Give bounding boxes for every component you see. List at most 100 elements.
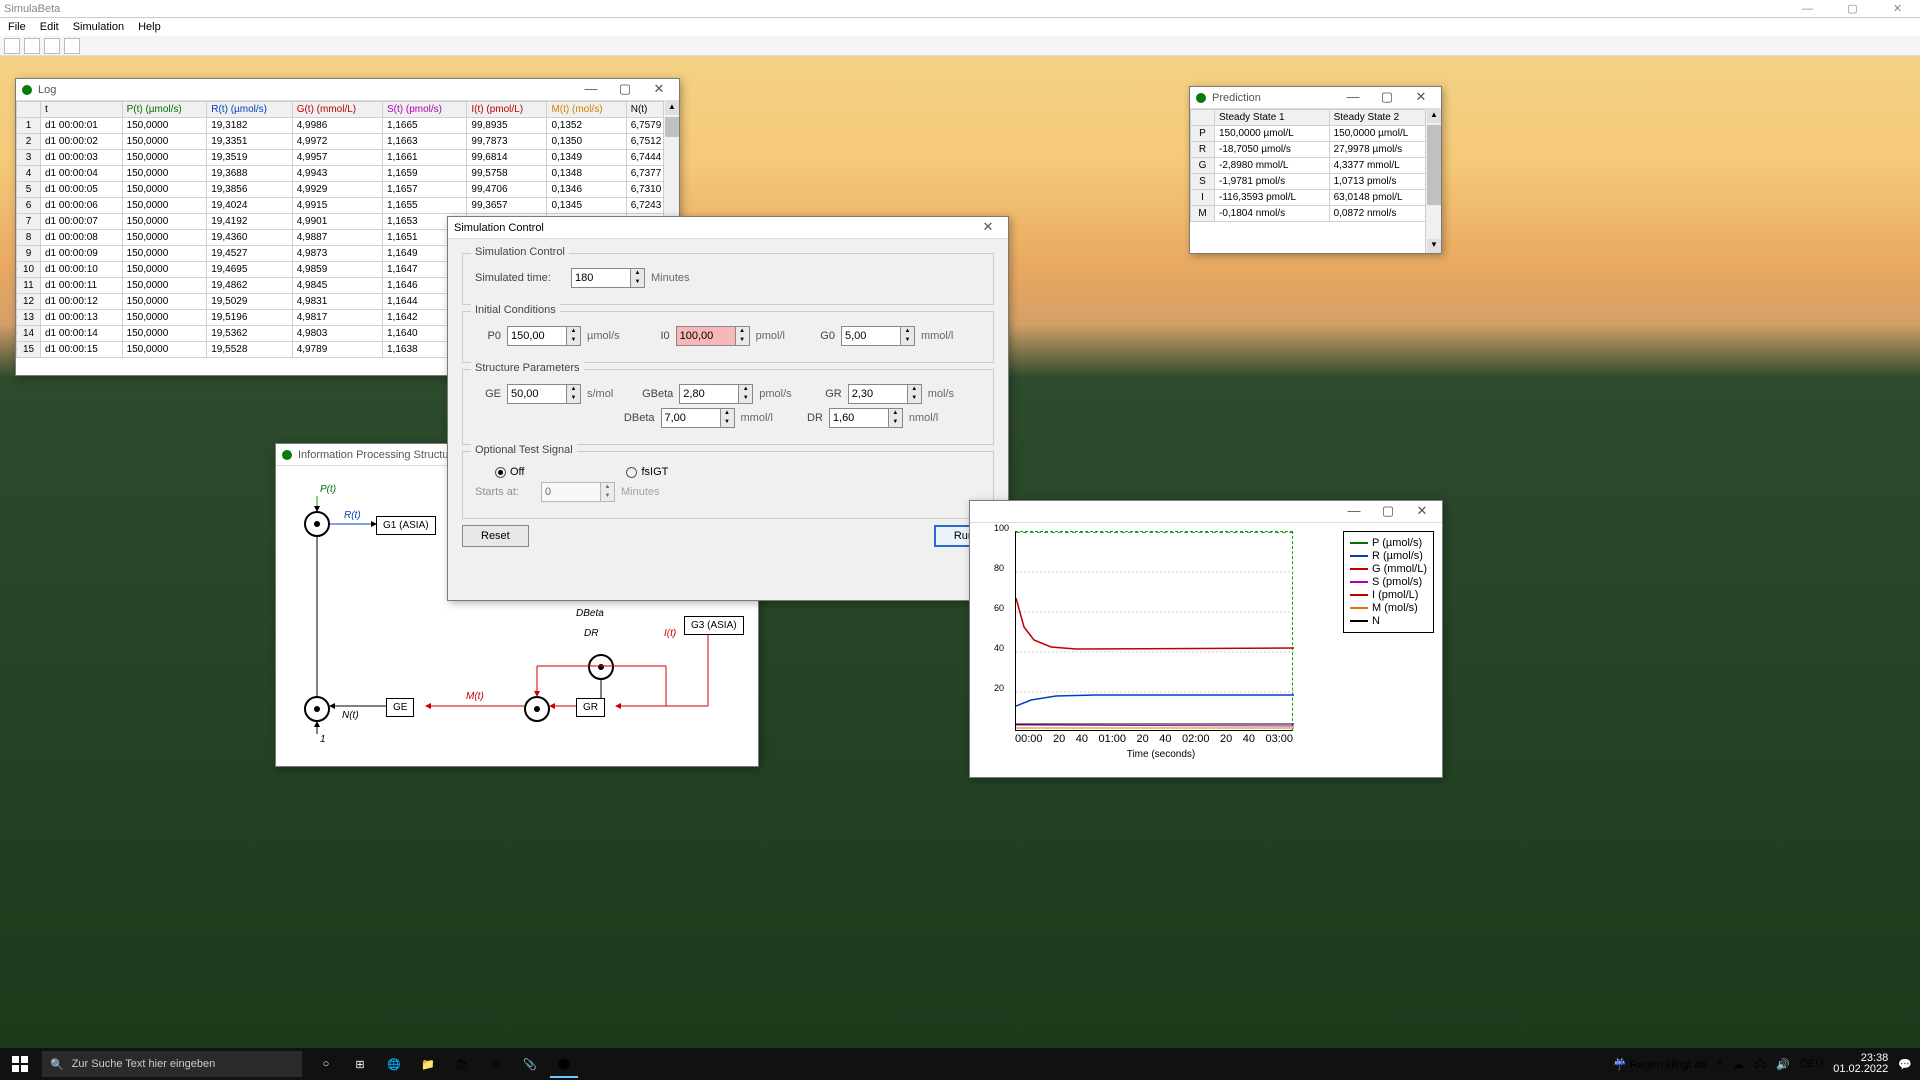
simulated-time-stepper[interactable]: ▲▼ bbox=[571, 268, 645, 288]
ge-input[interactable] bbox=[508, 385, 566, 403]
maximize-button[interactable]: ▢ bbox=[611, 81, 639, 99]
language-icon[interactable]: DEU bbox=[1800, 1058, 1823, 1070]
scroll-thumb[interactable] bbox=[665, 117, 679, 137]
edge-icon[interactable]: 🌐 bbox=[380, 1050, 408, 1078]
stepper-up-icon[interactable]: ▲ bbox=[889, 409, 902, 418]
stepper-down-icon[interactable]: ▼ bbox=[631, 278, 644, 287]
menu-edit[interactable]: Edit bbox=[40, 21, 59, 33]
table-row[interactable]: 3d1 00:00:03150,000019,35194,99571,16619… bbox=[17, 150, 679, 166]
stepper-up-icon[interactable]: ▲ bbox=[567, 327, 580, 336]
open-icon[interactable] bbox=[24, 38, 40, 54]
table-row[interactable]: G-2,8980 mmol/L4,3377 mmol/L bbox=[1191, 158, 1441, 174]
column-header[interactable] bbox=[1191, 110, 1215, 126]
dbeta-stepper[interactable]: ▲▼ bbox=[661, 408, 735, 428]
g0-input[interactable] bbox=[842, 327, 900, 345]
dbeta-input[interactable] bbox=[662, 409, 720, 427]
stepper-down-icon[interactable]: ▼ bbox=[889, 418, 902, 427]
table-row[interactable]: I-116,3593 pmol/L63,0148 pmol/L bbox=[1191, 190, 1441, 206]
scrollbar[interactable]: ▲ ▼ bbox=[1425, 109, 1441, 253]
clock[interactable]: 23:38 01.02.2022 bbox=[1833, 1053, 1888, 1075]
stepper-up-icon[interactable]: ▲ bbox=[567, 385, 580, 394]
close-button[interactable]: ✕ bbox=[1408, 503, 1436, 521]
table-row[interactable]: 4d1 00:00:04150,000019,36884,99431,16599… bbox=[17, 166, 679, 182]
table-row[interactable]: 1d1 00:00:01150,000019,31824,99861,16659… bbox=[17, 118, 679, 134]
maximize-button[interactable]: ▢ bbox=[1373, 89, 1401, 107]
column-header[interactable]: P(t) (µmol/s) bbox=[122, 102, 207, 118]
app-icon[interactable]: ⬤ bbox=[550, 1050, 578, 1078]
prediction-table[interactable]: Steady State 1Steady State 2P150,0000 µm… bbox=[1190, 109, 1441, 222]
g0-stepper[interactable]: ▲▼ bbox=[841, 326, 915, 346]
stepper-down-icon[interactable]: ▼ bbox=[721, 418, 734, 427]
maximize-button[interactable]: ▢ bbox=[1830, 0, 1875, 18]
taskbar-search[interactable]: 🔍 Zur Suche Text hier eingeben bbox=[42, 1051, 302, 1077]
p0-stepper[interactable]: ▲▼ bbox=[507, 326, 581, 346]
maximize-button[interactable]: ▢ bbox=[1374, 503, 1402, 521]
stepper-up-icon[interactable]: ▲ bbox=[901, 327, 914, 336]
save-icon[interactable] bbox=[44, 38, 60, 54]
dr-stepper[interactable]: ▲▼ bbox=[829, 408, 903, 428]
menu-simulation[interactable]: Simulation bbox=[73, 21, 124, 33]
mail-icon[interactable]: ✉ bbox=[482, 1050, 510, 1078]
export-icon[interactable] bbox=[64, 38, 80, 54]
table-row[interactable]: S-1,9781 pmol/s1,0713 pmol/s bbox=[1191, 174, 1441, 190]
stepper-up-icon[interactable]: ▲ bbox=[739, 385, 752, 394]
column-header[interactable]: Steady State 2 bbox=[1329, 110, 1440, 126]
i0-input[interactable] bbox=[677, 327, 735, 345]
gbeta-stepper[interactable]: ▲▼ bbox=[679, 384, 753, 404]
office-icon[interactable]: 📎 bbox=[516, 1050, 544, 1078]
stepper-down-icon[interactable]: ▼ bbox=[567, 336, 580, 345]
radio-off[interactable]: Off bbox=[495, 466, 524, 478]
volume-icon[interactable]: 🔊 bbox=[1776, 1058, 1790, 1071]
close-button[interactable]: ✕ bbox=[1407, 89, 1435, 107]
start-button[interactable] bbox=[0, 1048, 40, 1080]
gr-stepper[interactable]: ▲▼ bbox=[848, 384, 922, 404]
column-header[interactable]: t bbox=[41, 102, 123, 118]
table-row[interactable]: M-0,1804 nmol/s0,0872 nmol/s bbox=[1191, 206, 1441, 222]
stepper-up-icon[interactable]: ▲ bbox=[721, 409, 734, 418]
radio-fsigt[interactable]: fsIGT bbox=[626, 466, 668, 478]
stepper-down-icon[interactable]: ▼ bbox=[567, 394, 580, 403]
reset-button[interactable]: Reset bbox=[462, 525, 529, 547]
menu-help[interactable]: Help bbox=[138, 21, 161, 33]
new-icon[interactable] bbox=[4, 38, 20, 54]
gr-input[interactable] bbox=[849, 385, 907, 403]
stepper-down-icon[interactable]: ▼ bbox=[739, 394, 752, 403]
stepper-down-icon[interactable]: ▼ bbox=[901, 336, 914, 345]
stepper-up-icon[interactable]: ▲ bbox=[736, 327, 749, 336]
table-row[interactable]: 5d1 00:00:05150,000019,38564,99291,16579… bbox=[17, 182, 679, 198]
dr-input[interactable] bbox=[830, 409, 888, 427]
ge-stepper[interactable]: ▲▼ bbox=[507, 384, 581, 404]
table-row[interactable]: 6d1 00:00:06150,000019,40244,99151,16559… bbox=[17, 198, 679, 214]
minimize-button[interactable]: — bbox=[1785, 0, 1830, 18]
scroll-up-icon[interactable]: ▲ bbox=[1427, 109, 1441, 123]
column-header[interactable]: R(t) (µmol/s) bbox=[207, 102, 292, 118]
minimize-button[interactable]: — bbox=[577, 81, 605, 99]
scroll-down-icon[interactable]: ▼ bbox=[1427, 239, 1441, 253]
gbeta-input[interactable] bbox=[680, 385, 738, 403]
simulated-time-input[interactable] bbox=[572, 269, 630, 287]
onedrive-icon[interactable]: ☁ bbox=[1733, 1058, 1744, 1071]
table-row[interactable]: 2d1 00:00:02150,000019,33514,99721,16639… bbox=[17, 134, 679, 150]
close-button[interactable]: ✕ bbox=[974, 219, 1002, 237]
column-header[interactable]: Steady State 1 bbox=[1215, 110, 1330, 126]
table-row[interactable]: P150,0000 µmol/L150,0000 µmol/L bbox=[1191, 126, 1441, 142]
table-row[interactable]: R-18,7050 µmol/s27,9978 µmol/s bbox=[1191, 142, 1441, 158]
network-icon[interactable]: 🖧 bbox=[1754, 1055, 1766, 1074]
task-view-icon[interactable]: ⊞ bbox=[346, 1050, 374, 1078]
notifications-icon[interactable]: 💬 bbox=[1898, 1058, 1912, 1071]
stepper-down-icon[interactable]: ▼ bbox=[908, 394, 921, 403]
explorer-icon[interactable]: 📁 bbox=[414, 1050, 442, 1078]
menu-file[interactable]: File bbox=[8, 21, 26, 33]
column-header[interactable]: S(t) (pmol/s) bbox=[382, 102, 466, 118]
cortana-icon[interactable]: ○ bbox=[312, 1050, 340, 1078]
scroll-thumb[interactable] bbox=[1427, 125, 1441, 205]
stepper-down-icon[interactable]: ▼ bbox=[736, 336, 749, 345]
stepper-up-icon[interactable]: ▲ bbox=[631, 269, 644, 278]
column-header[interactable]: I(t) (pmol/L) bbox=[467, 102, 547, 118]
minimize-button[interactable]: — bbox=[1340, 503, 1368, 521]
store-icon[interactable]: 🛍 bbox=[448, 1050, 476, 1078]
chevron-up-icon[interactable]: ˄ bbox=[1717, 1058, 1723, 1070]
column-header[interactable]: M(t) (mol/s) bbox=[547, 102, 626, 118]
minimize-button[interactable]: — bbox=[1339, 89, 1367, 107]
column-header[interactable] bbox=[17, 102, 41, 118]
